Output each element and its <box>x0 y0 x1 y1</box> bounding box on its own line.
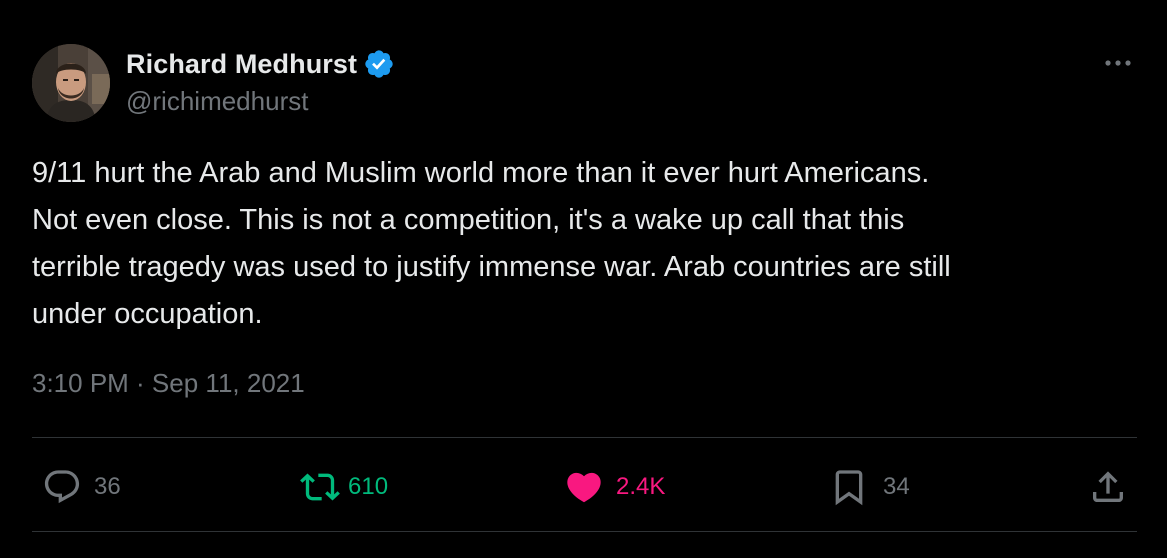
tweet-timestamp[interactable]: 3:10 PM · Sep 11, 2021 <box>32 368 305 399</box>
avatar-image <box>32 44 110 122</box>
verified-badge-icon[interactable] <box>363 48 395 80</box>
author-name-row: Richard Medhurst <box>126 46 395 82</box>
bookmark-count: 34 <box>883 473 910 500</box>
bookmark-icon <box>835 470 863 506</box>
action-bar: 36 610 2.4K 34 <box>0 466 1167 508</box>
retweet-count: 610 <box>348 473 389 500</box>
retweet-button[interactable]: 610 <box>300 466 388 508</box>
tweet-text: 9/11 hurt the Arab and Muslim world more… <box>32 157 951 330</box>
retweet-icon <box>300 473 340 501</box>
more-options-button[interactable] <box>1101 50 1135 76</box>
tweet-card: Richard Medhurst @richimedhurst 9/11 hur… <box>0 0 1167 558</box>
share-icon <box>1093 471 1123 502</box>
share-button[interactable] <box>1088 466 1128 508</box>
divider <box>32 437 1137 438</box>
like-button[interactable]: 2.4K <box>564 466 665 508</box>
heart-icon <box>567 472 601 503</box>
more-dots-icon <box>1105 60 1131 66</box>
reply-count: 36 <box>94 473 121 500</box>
divider <box>32 531 1137 532</box>
bookmark-button[interactable]: 34 <box>829 466 910 508</box>
author-handle[interactable]: @richimedhurst <box>126 86 308 117</box>
reply-button[interactable]: 36 <box>42 466 121 508</box>
avatar[interactable] <box>32 44 110 122</box>
reply-icon <box>44 470 80 504</box>
like-count: 2.4K <box>616 473 666 500</box>
author-display-name[interactable]: Richard Medhurst <box>126 49 357 80</box>
